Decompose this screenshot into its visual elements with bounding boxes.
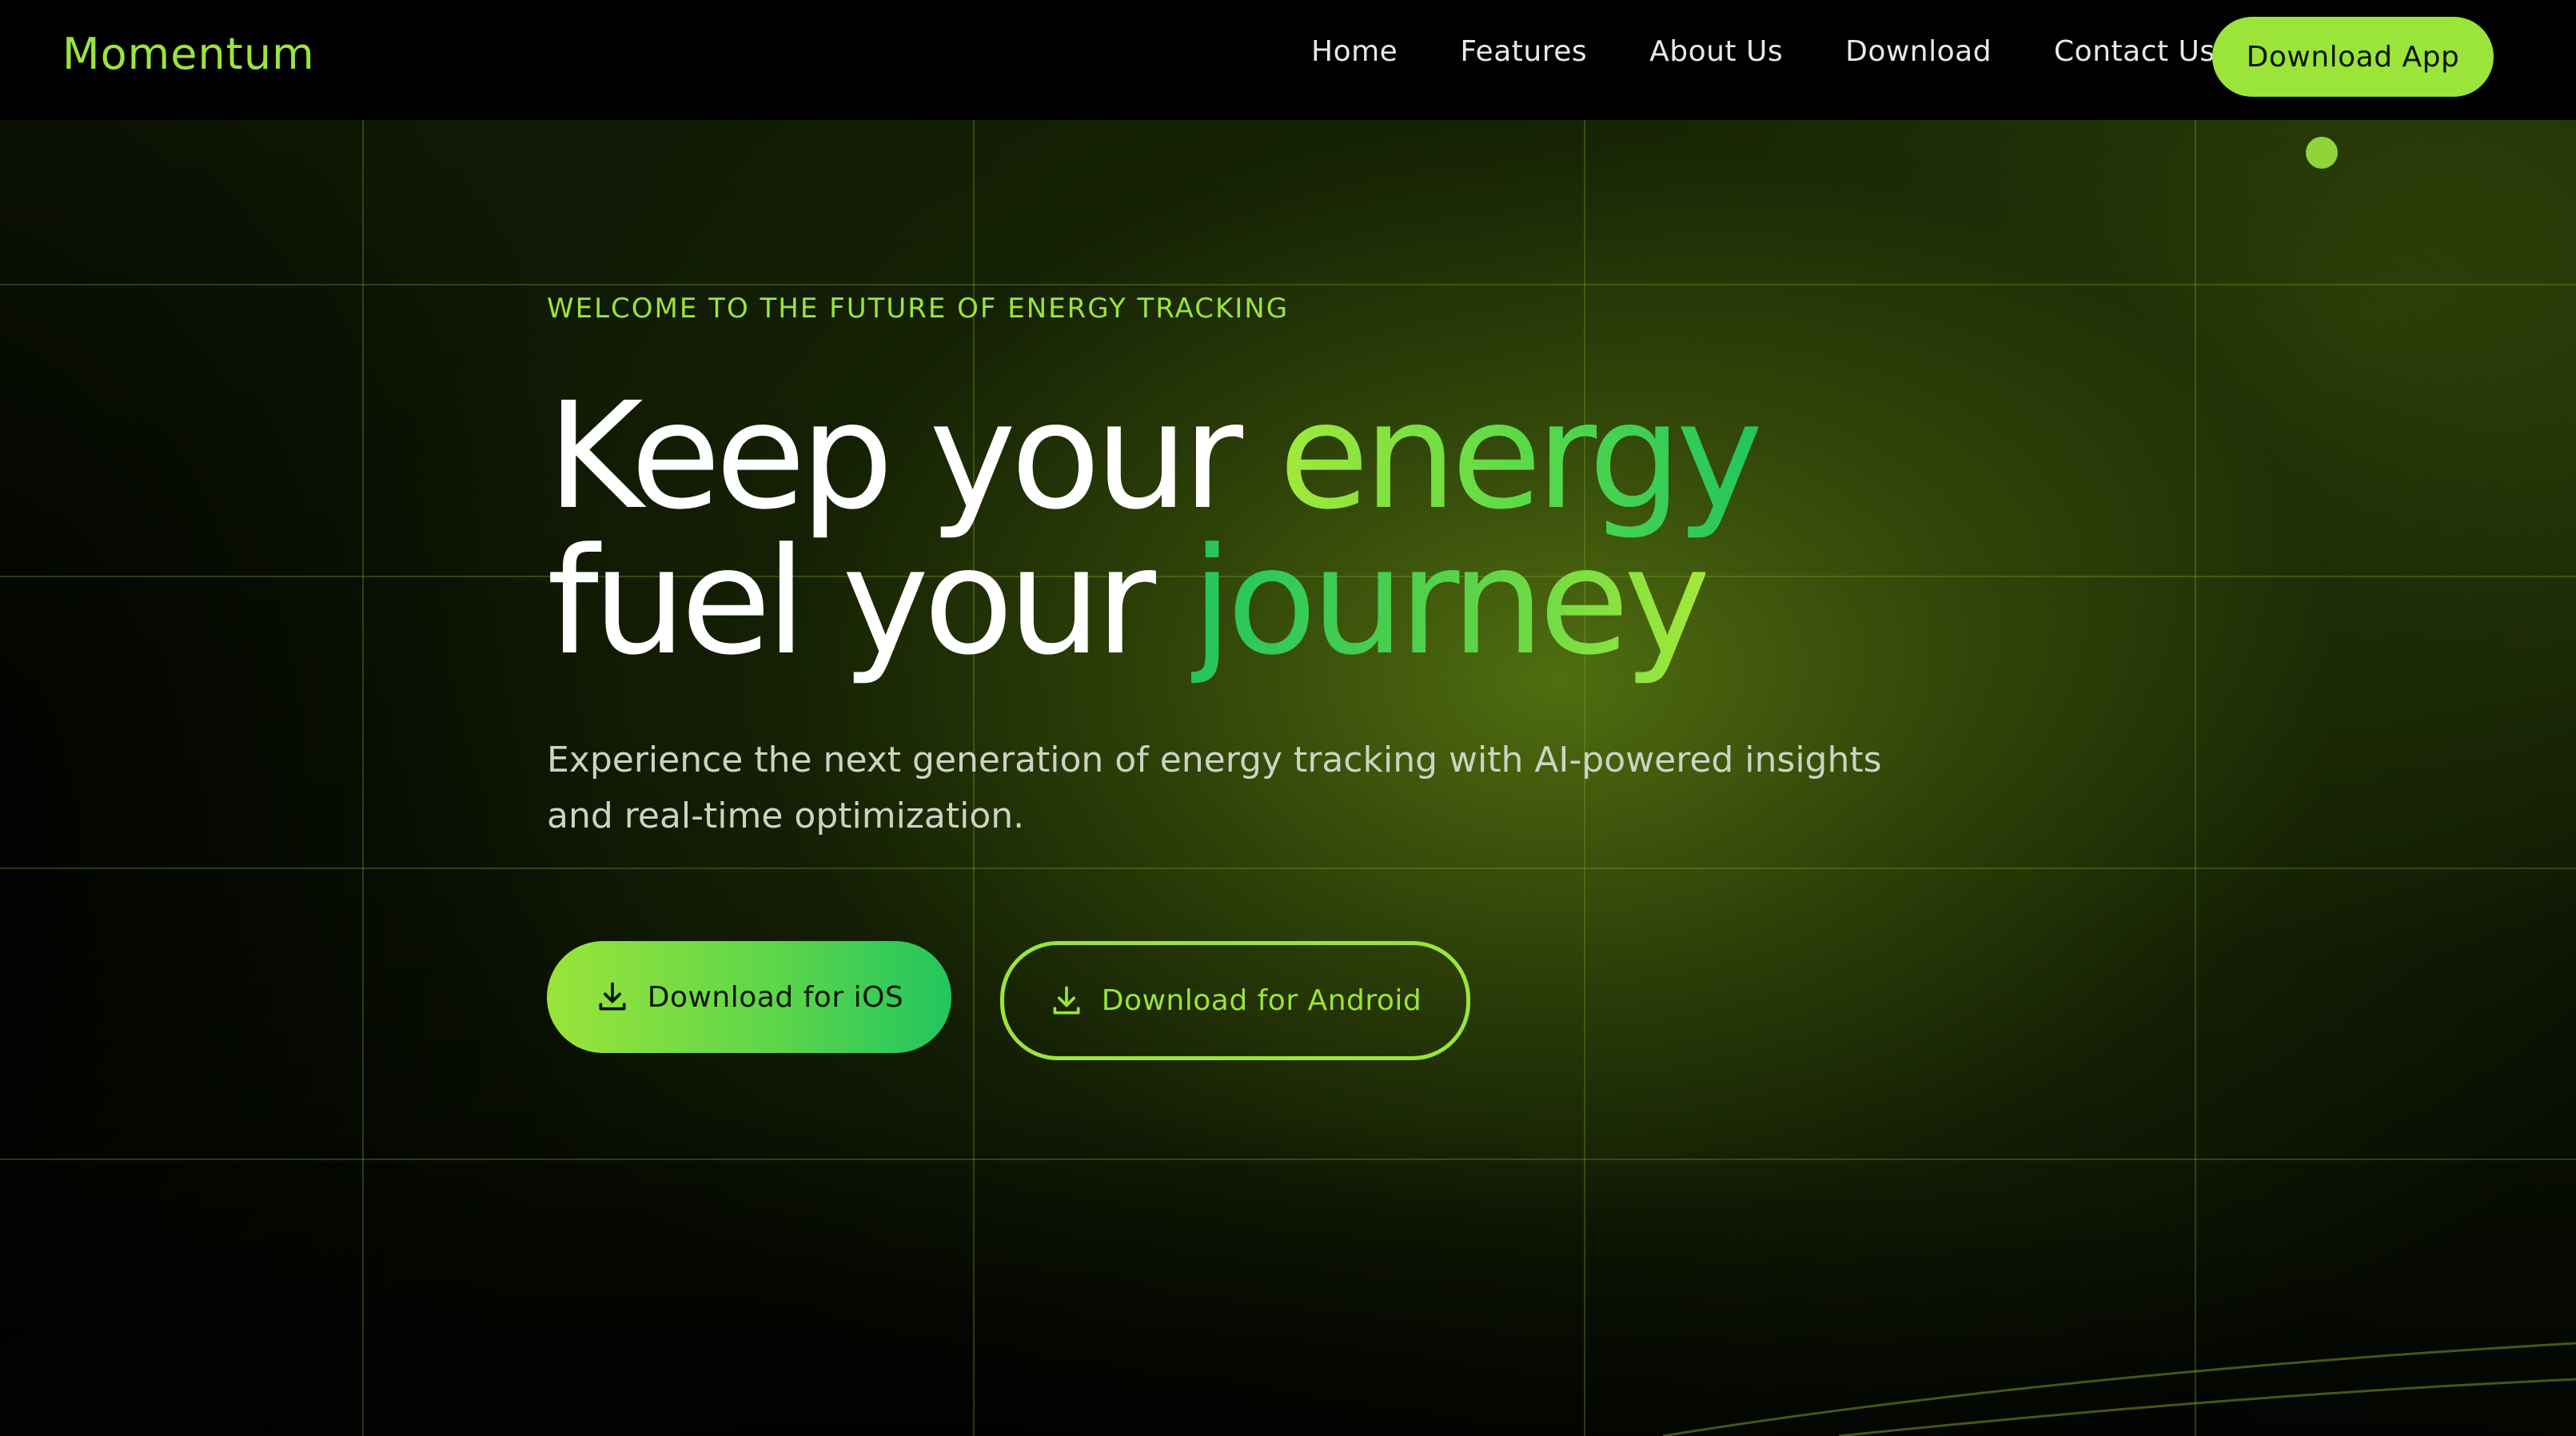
- nav-link-download[interactable]: Download: [1845, 35, 1992, 68]
- download-ios-label: Download for iOS: [647, 980, 904, 1014]
- download-android-label: Download for Android: [1101, 984, 1422, 1017]
- nav-link-home[interactable]: Home: [1311, 35, 1398, 68]
- nav-link-features[interactable]: Features: [1460, 35, 1587, 68]
- brand-logo[interactable]: Momentum: [62, 29, 315, 79]
- hero-subtitle: Experience the next generation of energy…: [547, 740, 1882, 836]
- hero-kicker: WELCOME TO THE FUTURE OF ENERGY TRACKING: [547, 293, 1290, 325]
- download-icon: [1049, 983, 1084, 1019]
- nav-link-about-us[interactable]: About Us: [1649, 35, 1783, 68]
- headline-line-1: Keep your energy: [547, 383, 1764, 530]
- nav-links: Home Features About Us Download Contact …: [1311, 35, 2278, 68]
- download-android-button[interactable]: Download for Android: [1000, 941, 1470, 1060]
- decorative-dot: [2306, 137, 2338, 169]
- hero-headline: Keep your energy fuel your journey: [547, 383, 1764, 676]
- nav-link-contact-us[interactable]: Contact Us: [2054, 35, 2215, 68]
- headline-line-2-accent: journey: [1191, 517, 1710, 688]
- top-navigation: Momentum Home Features About Us Download…: [0, 0, 2576, 120]
- headline-line-2-white: fuel your: [547, 517, 1192, 688]
- headline-line-2: fuel your journey: [547, 529, 1758, 676]
- download-ios-button[interactable]: Download for iOS: [547, 941, 951, 1053]
- download-icon: [595, 979, 630, 1015]
- download-app-button[interactable]: Download App: [2212, 17, 2494, 97]
